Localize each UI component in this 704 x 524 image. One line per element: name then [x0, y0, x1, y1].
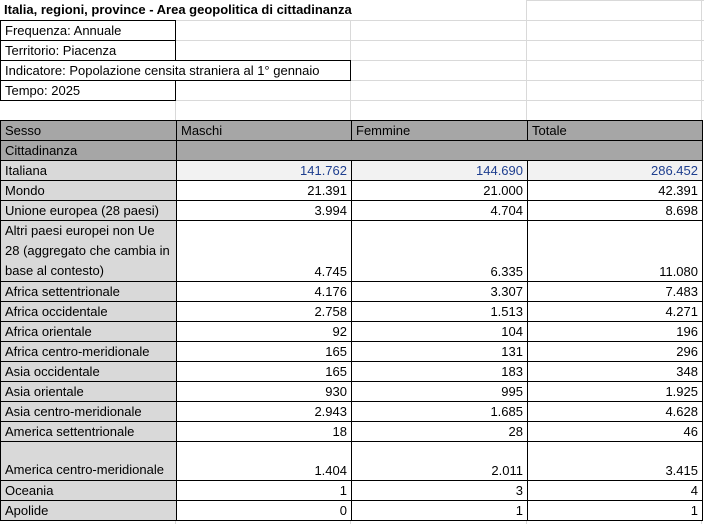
frequency-cell[interactable]: Frequenza: Annuale — [0, 20, 176, 41]
row-label[interactable]: America settentrionale — [0, 421, 177, 442]
table-row: Africa centro-meridionale 165 131 296 — [0, 341, 703, 362]
subheader-row: Cittadinanza — [0, 140, 703, 161]
header-maschi[interactable]: Maschi — [176, 120, 352, 141]
value-totale[interactable]: 348 — [527, 361, 703, 382]
header-femmine[interactable]: Femmine — [351, 120, 528, 141]
row-label[interactable]: Africa settentrionale — [0, 281, 177, 302]
header-sesso[interactable]: Sesso — [0, 120, 177, 141]
value-femmine[interactable]: 4.704 — [351, 200, 528, 221]
value-femmine[interactable]: 131 — [351, 341, 528, 362]
value-totale[interactable]: 8.698 — [527, 200, 703, 221]
header-row: Sesso Maschi Femmine Totale — [0, 120, 703, 141]
value-maschi[interactable]: 165 — [176, 361, 352, 382]
value-femmine[interactable]: 3.307 — [351, 281, 528, 302]
value-femmine[interactable]: 1.513 — [351, 301, 528, 322]
value-maschi[interactable]: 18 — [176, 421, 352, 442]
value-totale[interactable]: 296 — [527, 341, 703, 362]
value-femmine[interactable]: 1.685 — [351, 401, 528, 422]
value-totale[interactable]: 11.080 — [527, 220, 703, 282]
value-femmine[interactable]: 6.335 — [351, 220, 528, 282]
subheader-blank[interactable] — [176, 140, 703, 161]
indicator-cell[interactable]: Indicatore: Popolazione censita stranier… — [0, 60, 351, 81]
row-label[interactable]: Altri paesi europei non Ue 28 (aggregato… — [0, 220, 177, 282]
value-maschi[interactable]: 4.745 — [176, 220, 352, 282]
row-label[interactable]: Asia centro-meridionale — [0, 401, 177, 422]
table-row: Africa occidentale 2.758 1.513 4.271 — [0, 301, 703, 322]
value-totale[interactable]: 42.391 — [527, 180, 703, 201]
value-maschi[interactable]: 2.943 — [176, 401, 352, 422]
territory-cell[interactable]: Territorio: Piacenza — [0, 40, 176, 61]
table-row: Asia centro-meridionale 2.943 1.685 4.62… — [0, 401, 703, 422]
table-row: Altri paesi europei non Ue 28 (aggregato… — [0, 220, 703, 282]
table-row: Asia orientale 930 995 1.925 — [0, 381, 703, 402]
value-totale[interactable]: 46 — [527, 421, 703, 442]
value-maschi[interactable]: 2.758 — [176, 301, 352, 322]
data-table: Sesso Maschi Femmine Totale Cittadinanza… — [0, 120, 703, 521]
data-table-body: Sesso Maschi Femmine Totale Cittadinanza… — [0, 120, 703, 521]
value-totale[interactable]: 4.271 — [527, 301, 703, 322]
time-cell[interactable]: Tempo: 2025 — [0, 80, 176, 101]
table-row: Italiana 141.762 144.690 286.452 — [0, 160, 703, 181]
value-totale[interactable]: 7.483 — [527, 281, 703, 302]
row-label[interactable]: Africa centro-meridionale — [0, 341, 177, 362]
table-row: Unione europea (28 paesi) 3.994 4.704 8.… — [0, 200, 703, 221]
value-maschi[interactable]: 21.391 — [176, 180, 352, 201]
table-row: Africa settentrionale 4.176 3.307 7.483 — [0, 281, 703, 302]
value-maschi[interactable]: 1 — [176, 480, 352, 501]
value-maschi[interactable]: 92 — [176, 321, 352, 342]
value-femmine[interactable]: 21.000 — [351, 180, 528, 201]
sheet-title[interactable]: Italia, regioni, province - Area geopoli… — [0, 0, 526, 20]
value-femmine[interactable]: 104 — [351, 321, 528, 342]
value-totale[interactable]: 1.925 — [527, 381, 703, 402]
value-totale[interactable]: 1 — [527, 500, 703, 521]
value-maschi[interactable]: 3.994 — [176, 200, 352, 221]
value-totale[interactable]: 4 — [527, 480, 703, 501]
value-maschi[interactable]: 930 — [176, 381, 352, 402]
value-maschi[interactable]: 4.176 — [176, 281, 352, 302]
table-row: Mondo 21.391 21.000 42.391 — [0, 180, 703, 201]
value-maschi[interactable]: 165 — [176, 341, 352, 362]
row-label[interactable]: Asia orientale — [0, 381, 177, 402]
value-femmine[interactable]: 1 — [351, 500, 528, 521]
value-totale[interactable]: 196 — [527, 321, 703, 342]
row-label[interactable]: Mondo — [0, 180, 177, 201]
value-totale[interactable]: 3.415 — [527, 441, 703, 481]
value-femmine[interactable]: 995 — [351, 381, 528, 402]
value-totale[interactable]: 4.628 — [527, 401, 703, 422]
row-label[interactable]: Unione europea (28 paesi) — [0, 200, 177, 221]
table-row: America centro-meridionale 1.404 2.011 3… — [0, 441, 703, 481]
table-row: Asia occidentale 165 183 348 — [0, 361, 703, 382]
value-femmine[interactable]: 2.011 — [351, 441, 528, 481]
table-row: Apolide 0 1 1 — [0, 500, 703, 521]
table-row: America settentrionale 18 28 46 — [0, 421, 703, 442]
value-femmine[interactable]: 144.690 — [351, 160, 528, 181]
row-label[interactable]: Asia occidentale — [0, 361, 177, 382]
row-label[interactable]: Apolide — [0, 500, 177, 521]
value-maschi[interactable]: 141.762 — [176, 160, 352, 181]
value-maschi[interactable]: 0 — [176, 500, 352, 521]
value-femmine[interactable]: 183 — [351, 361, 528, 382]
row-label[interactable]: Africa orientale — [0, 321, 177, 342]
value-totale[interactable]: 286.452 — [527, 160, 703, 181]
value-femmine[interactable]: 3 — [351, 480, 528, 501]
row-label[interactable]: Oceania — [0, 480, 177, 501]
value-femmine[interactable]: 28 — [351, 421, 528, 442]
value-maschi[interactable]: 1.404 — [176, 441, 352, 481]
row-label[interactable]: Italiana — [0, 160, 177, 181]
row-label[interactable]: Africa occidentale — [0, 301, 177, 322]
subheader-cittadinanza[interactable]: Cittadinanza — [0, 140, 177, 161]
header-totale[interactable]: Totale — [527, 120, 703, 141]
table-row: Oceania 1 3 4 — [0, 480, 703, 501]
table-row: Africa orientale 92 104 196 — [0, 321, 703, 342]
row-label[interactable]: America centro-meridionale — [0, 441, 177, 481]
